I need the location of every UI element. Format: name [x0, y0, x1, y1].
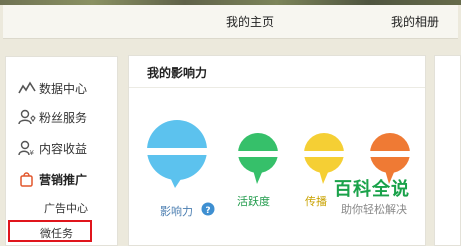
watermark-title: 百科全说 [334, 179, 410, 200]
user-heart-icon [18, 109, 36, 125]
divider [129, 87, 425, 88]
tab-my-homepage[interactable]: 我的主页 [226, 13, 274, 30]
page: 我的主页 我的相册 数据中心 粉丝服务 ¥ 内容收益 营销推广 广告中心 微任务… [0, 0, 461, 246]
svg-text:?: ? [205, 206, 210, 216]
highlight-box [8, 220, 92, 242]
sidebar-item-label: 营销推广 [39, 173, 88, 187]
watermark: 百科全说 助你轻松解决 [322, 165, 461, 223]
profile-nav-bar: 我的主页 我的相册 [3, 5, 458, 39]
sidebar-item-label: 内容收益 [39, 142, 88, 156]
help-icon[interactable]: ? [201, 202, 215, 216]
sidebar-item-label: 数据中心 [39, 82, 88, 96]
watermark-subtitle: 助你轻松解决 [341, 203, 407, 216]
tab-my-album[interactable]: 我的相册 [391, 13, 439, 30]
metric-label-influence: 影响力 [160, 205, 193, 218]
shopping-bag-icon [20, 172, 33, 187]
sidebar-item-marketing[interactable]: 营销推广 [6, 168, 119, 190]
sidebar: 数据中心 粉丝服务 ¥ 内容收益 营销推广 广告中心 微任务 [5, 56, 118, 246]
influence-gauge-icon [147, 120, 207, 188]
sidebar-item-label: 粉丝服务 [39, 111, 88, 125]
line-chart-icon [18, 81, 36, 94]
svg-text:¥: ¥ [30, 149, 35, 156]
user-yen-icon: ¥ [18, 140, 35, 156]
sidebar-item-content-income[interactable]: ¥ 内容收益 [6, 137, 119, 159]
metric-label-activity: 活跃度 [237, 195, 270, 208]
panel-title: 我的影响力 [147, 66, 208, 80]
activity-gauge-icon [237, 133, 279, 184]
sidebar-item-fan-service[interactable]: 粉丝服务 [6, 106, 119, 128]
sidebar-subitem-ad-center[interactable]: 广告中心 [44, 200, 88, 216]
sidebar-item-data-center[interactable]: 数据中心 [6, 77, 119, 99]
